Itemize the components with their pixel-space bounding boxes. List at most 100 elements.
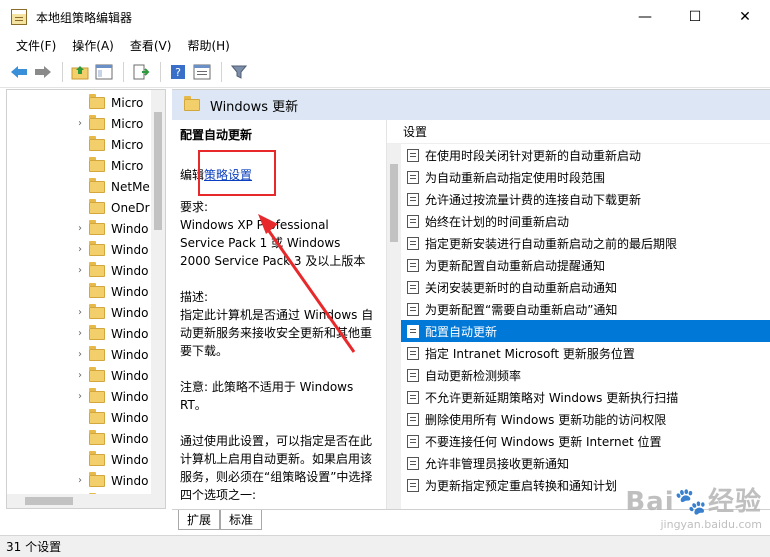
tree-item[interactable]: Windo bbox=[7, 407, 155, 428]
tree-item-label: Micro bbox=[111, 95, 144, 110]
chevron-right-icon[interactable]: › bbox=[73, 370, 87, 381]
tree-vertical-scrollbar[interactable] bbox=[151, 90, 165, 496]
tree-item[interactable]: › Windo bbox=[7, 239, 155, 260]
folder-icon bbox=[184, 96, 200, 111]
chevron-right-icon[interactable]: › bbox=[73, 118, 87, 129]
chevron-right-icon[interactable]: › bbox=[73, 475, 87, 486]
status-bar: 31 个设置 bbox=[0, 535, 770, 557]
setting-row[interactable]: 不要连接任何 Windows 更新 Internet 位置 bbox=[401, 430, 770, 452]
toolbar-separator bbox=[62, 61, 63, 82]
tree-item-label: Windo bbox=[111, 431, 149, 446]
watermark-url: jingyan.baidu.com bbox=[660, 518, 762, 531]
chevron-right-icon[interactable]: › bbox=[73, 265, 87, 276]
policy-title: 配置自动更新 bbox=[180, 128, 253, 142]
tree-item[interactable]: Micro bbox=[7, 92, 155, 113]
tree-item[interactable]: › Windo bbox=[7, 344, 155, 365]
tree-item[interactable]: › Windo bbox=[7, 323, 155, 344]
policy-setting-icon bbox=[407, 390, 419, 404]
tree-item[interactable]: NetMe bbox=[7, 176, 155, 197]
setting-label: 指定更新安装进行自动重新启动之前的最后期限 bbox=[425, 236, 678, 251]
tree-item-label: Windo bbox=[111, 368, 149, 383]
chevron-right-icon[interactable]: › bbox=[73, 328, 87, 339]
chevron-right-icon[interactable]: › bbox=[73, 391, 87, 402]
tree-item[interactable]: › Windo bbox=[7, 218, 155, 239]
menu-file[interactable]: 文件(F) bbox=[8, 37, 64, 54]
setting-row[interactable]: 自动更新检测频率 bbox=[401, 364, 770, 386]
setting-row[interactable]: 指定 Intranet Microsoft 更新服务位置 bbox=[401, 342, 770, 364]
tree-item[interactable]: Micro bbox=[7, 155, 155, 176]
folder-icon bbox=[89, 303, 105, 319]
chevron-right-icon[interactable]: › bbox=[73, 244, 87, 255]
folder-icon bbox=[89, 198, 105, 214]
window-title: 本地组策略编辑器 bbox=[36, 10, 133, 25]
tree-item[interactable]: Windo bbox=[7, 449, 155, 470]
policy-setting-icon bbox=[407, 434, 419, 448]
setting-label: 始终在计划的时间重新启动 bbox=[425, 214, 570, 229]
show-hide-tree-icon[interactable] bbox=[93, 61, 115, 83]
menu-view[interactable]: 查看(V) bbox=[122, 37, 180, 54]
policy-tree[interactable]: Micro › Micro Micro Micro NetMe OneDr › Windo › Wi… bbox=[6, 89, 166, 509]
setting-row[interactable]: 允许通过按流量计费的连接自动下载更新 bbox=[401, 188, 770, 210]
settings-vertical-scrollbar[interactable] bbox=[387, 144, 401, 510]
chevron-right-icon[interactable]: › bbox=[73, 223, 87, 234]
setting-row[interactable]: 关闭安装更新时的自动重新启动通知 bbox=[401, 276, 770, 298]
setting-row[interactable]: 始终在计划的时间重新启动 bbox=[401, 210, 770, 232]
tree-item[interactable]: Windo bbox=[7, 428, 155, 449]
export-list-icon[interactable] bbox=[130, 61, 152, 83]
tree-horizontal-scrollbar[interactable] bbox=[7, 494, 165, 508]
close-button[interactable]: ✕ bbox=[720, 0, 770, 34]
setting-label: 为更新配置“需要自动重新启动”通知 bbox=[425, 302, 618, 317]
tree-item[interactable]: Windo bbox=[7, 281, 155, 302]
policy-setting-icon bbox=[407, 280, 419, 294]
setting-row[interactable]: 为更新配置“需要自动重新启动”通知 bbox=[401, 298, 770, 320]
filter-icon[interactable] bbox=[228, 61, 250, 83]
folder-icon bbox=[89, 387, 105, 403]
settings-column-header[interactable]: 设置 bbox=[387, 120, 770, 144]
content-header-title: Windows 更新 bbox=[210, 99, 299, 115]
setting-label: 不要连接任何 Windows 更新 Internet 位置 bbox=[425, 434, 662, 449]
tab-standard[interactable]: 标准 bbox=[220, 510, 263, 530]
folder-icon bbox=[89, 366, 105, 382]
help-icon[interactable]: ? bbox=[167, 61, 189, 83]
usage-text: 通过使用此设置，可以指定是否在此计算机上启用自动更新。如果启用该服务，则必须在“… bbox=[180, 434, 373, 502]
forward-arrow-icon[interactable] bbox=[32, 61, 54, 83]
tree-item[interactable]: › Windo bbox=[7, 386, 155, 407]
setting-row[interactable]: 在使用时段关闭针对更新的自动重新启动 bbox=[401, 144, 770, 166]
setting-label: 关闭安装更新时的自动重新启动通知 bbox=[425, 280, 618, 295]
setting-row[interactable]: 允许非管理员接收更新通知 bbox=[401, 452, 770, 474]
chevron-right-icon[interactable]: › bbox=[73, 349, 87, 360]
tree-item-label: Windo bbox=[111, 452, 149, 467]
tree-item[interactable]: Micro bbox=[7, 134, 155, 155]
setting-row[interactable]: 为更新配置自动重新启动提醒通知 bbox=[401, 254, 770, 276]
chevron-right-icon[interactable]: › bbox=[73, 307, 87, 318]
folder-icon bbox=[89, 156, 105, 172]
setting-row[interactable]: 不允许更新延期策略对 Windows 更新执行扫描 bbox=[401, 386, 770, 408]
tree-item-label: Micro bbox=[111, 158, 144, 173]
tree-item-label: Windo bbox=[111, 347, 149, 362]
tree-item[interactable]: OneDr bbox=[7, 197, 155, 218]
toolbar-separator bbox=[221, 61, 222, 82]
paw-logo-icon: 🐾 bbox=[674, 487, 708, 517]
setting-row[interactable]: 删除使用所有 Windows 更新功能的访问权限 bbox=[401, 408, 770, 430]
tree-item[interactable]: › Windo bbox=[7, 260, 155, 281]
setting-row[interactable]: 配置自动更新 bbox=[401, 320, 770, 342]
tree-item[interactable]: › Windo bbox=[7, 365, 155, 386]
minimize-button[interactable]: — bbox=[620, 0, 670, 34]
tab-extended[interactable]: 扩展 bbox=[178, 510, 221, 530]
back-arrow-icon[interactable] bbox=[8, 61, 30, 83]
setting-row[interactable]: 指定更新安装进行自动重新启动之前的最后期限 bbox=[401, 232, 770, 254]
menu-action[interactable]: 操作(A) bbox=[64, 37, 122, 54]
setting-label: 在使用时段关闭针对更新的自动重新启动 bbox=[425, 148, 642, 163]
setting-label: 删除使用所有 Windows 更新功能的访问权限 bbox=[425, 412, 667, 427]
setting-label: 不允许更新延期策略对 Windows 更新执行扫描 bbox=[425, 390, 679, 405]
menu-help[interactable]: 帮助(H) bbox=[179, 37, 237, 54]
tree-item[interactable]: › Micro bbox=[7, 113, 155, 134]
maximize-button[interactable]: ☐ bbox=[670, 0, 720, 34]
tree-item[interactable]: › Windo bbox=[7, 302, 155, 323]
properties-icon[interactable] bbox=[191, 61, 213, 83]
tree-item-label: Windo bbox=[111, 263, 149, 278]
up-folder-icon[interactable] bbox=[69, 61, 91, 83]
folder-icon bbox=[89, 177, 105, 193]
setting-row[interactable]: 为自动重新启动指定使用时段范围 bbox=[401, 166, 770, 188]
tree-item[interactable]: › Windo bbox=[7, 470, 155, 491]
